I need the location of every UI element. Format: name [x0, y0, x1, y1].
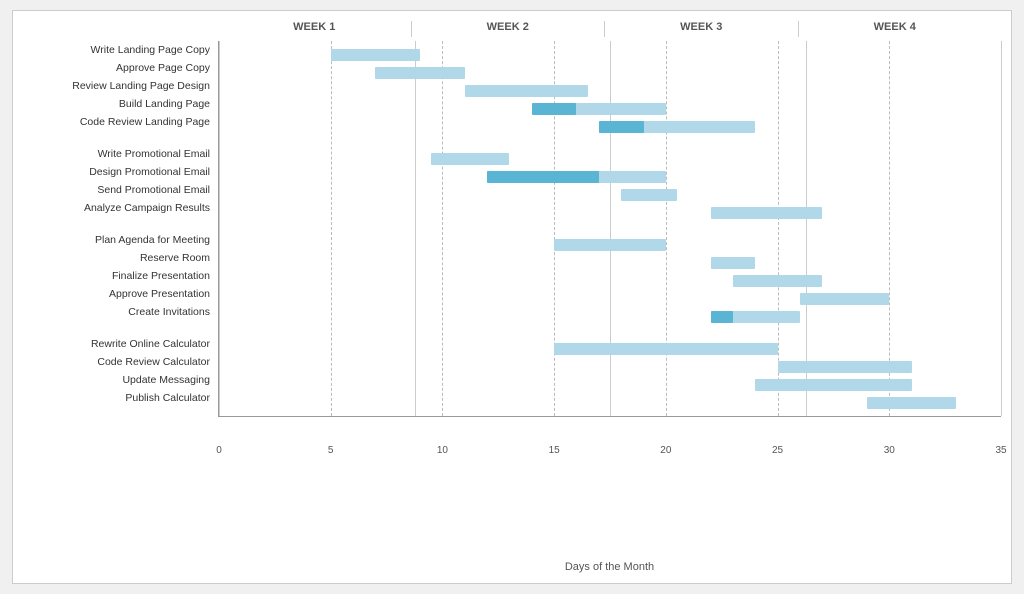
week-4-label: WEEK 4 [799, 21, 992, 37]
task-label: Review Landing Page Design [23, 77, 218, 95]
task-label: Send Promotional Email [23, 181, 218, 199]
x-tick-5: 5 [328, 445, 334, 456]
gantt-bar [599, 121, 755, 133]
gantt-bar [711, 311, 800, 323]
gantt-bar [331, 49, 420, 61]
task-label: Update Messaging [23, 371, 218, 389]
week-1-label: WEEK 1 [218, 21, 412, 37]
task-label: Approve Presentation [23, 285, 218, 303]
task-label: Create Invitations [23, 303, 218, 321]
week-3-label: WEEK 3 [605, 21, 799, 37]
gantt-bar [800, 293, 889, 305]
gantt-bar [532, 103, 666, 115]
x-tick-30: 30 [884, 445, 895, 456]
x-tick-0: 0 [216, 445, 222, 456]
task-label: Publish Calculator [23, 389, 218, 407]
task-label: Write Landing Page Copy [23, 41, 218, 59]
task-label: Design Promotional Email [23, 163, 218, 181]
x-tick-15: 15 [549, 445, 560, 456]
x-tick-10: 10 [437, 445, 448, 456]
gantt-bar-inner [532, 103, 577, 115]
x-axis-label: Days of the Month [218, 561, 1001, 573]
gantt-bars-area: 05101520253035 [218, 41, 1001, 417]
gantt-bar [711, 207, 823, 219]
task-label: Plan Agenda for Meeting [23, 231, 218, 249]
gantt-bar [621, 189, 677, 201]
x-tick-35: 35 [995, 445, 1006, 456]
task-label: Write Promotional Email [23, 145, 218, 163]
gantt-bar [867, 397, 956, 409]
gantt-bar [755, 379, 911, 391]
task-label: Reserve Room [23, 249, 218, 267]
gantt-bar [431, 153, 509, 165]
task-label: Approve Page Copy [23, 59, 218, 77]
gantt-bar [375, 67, 464, 79]
x-tick-25: 25 [772, 445, 783, 456]
gantt-bar [711, 257, 756, 269]
task-labels: Write Landing Page CopyApprove Page Copy… [23, 41, 218, 417]
task-label: Finalize Presentation [23, 267, 218, 285]
gantt-bar-inner [487, 171, 599, 183]
gantt-bar [733, 275, 822, 287]
x-tick-20: 20 [660, 445, 671, 456]
task-label: Build Landing Page [23, 95, 218, 113]
gantt-bar [778, 361, 912, 373]
task-label: Code Review Landing Page [23, 113, 218, 131]
task-label: Analyze Campaign Results [23, 199, 218, 217]
gantt-bar [554, 239, 666, 251]
gantt-chart: WEEK 1 WEEK 2 WEEK 3 WEEK 4 Write Landin… [12, 10, 1012, 584]
week-2-label: WEEK 2 [412, 21, 606, 37]
task-label: Code Review Calculator [23, 353, 218, 371]
gantt-bar-inner [711, 311, 733, 323]
gantt-bar [487, 171, 666, 183]
chart-body: Write Landing Page CopyApprove Page Copy… [23, 41, 1001, 555]
gantt-bar [465, 85, 588, 97]
task-label: Rewrite Online Calculator [23, 335, 218, 353]
week-header-row: WEEK 1 WEEK 2 WEEK 3 WEEK 4 [218, 21, 991, 37]
gantt-bar [554, 343, 777, 355]
gantt-bar-inner [599, 121, 644, 133]
